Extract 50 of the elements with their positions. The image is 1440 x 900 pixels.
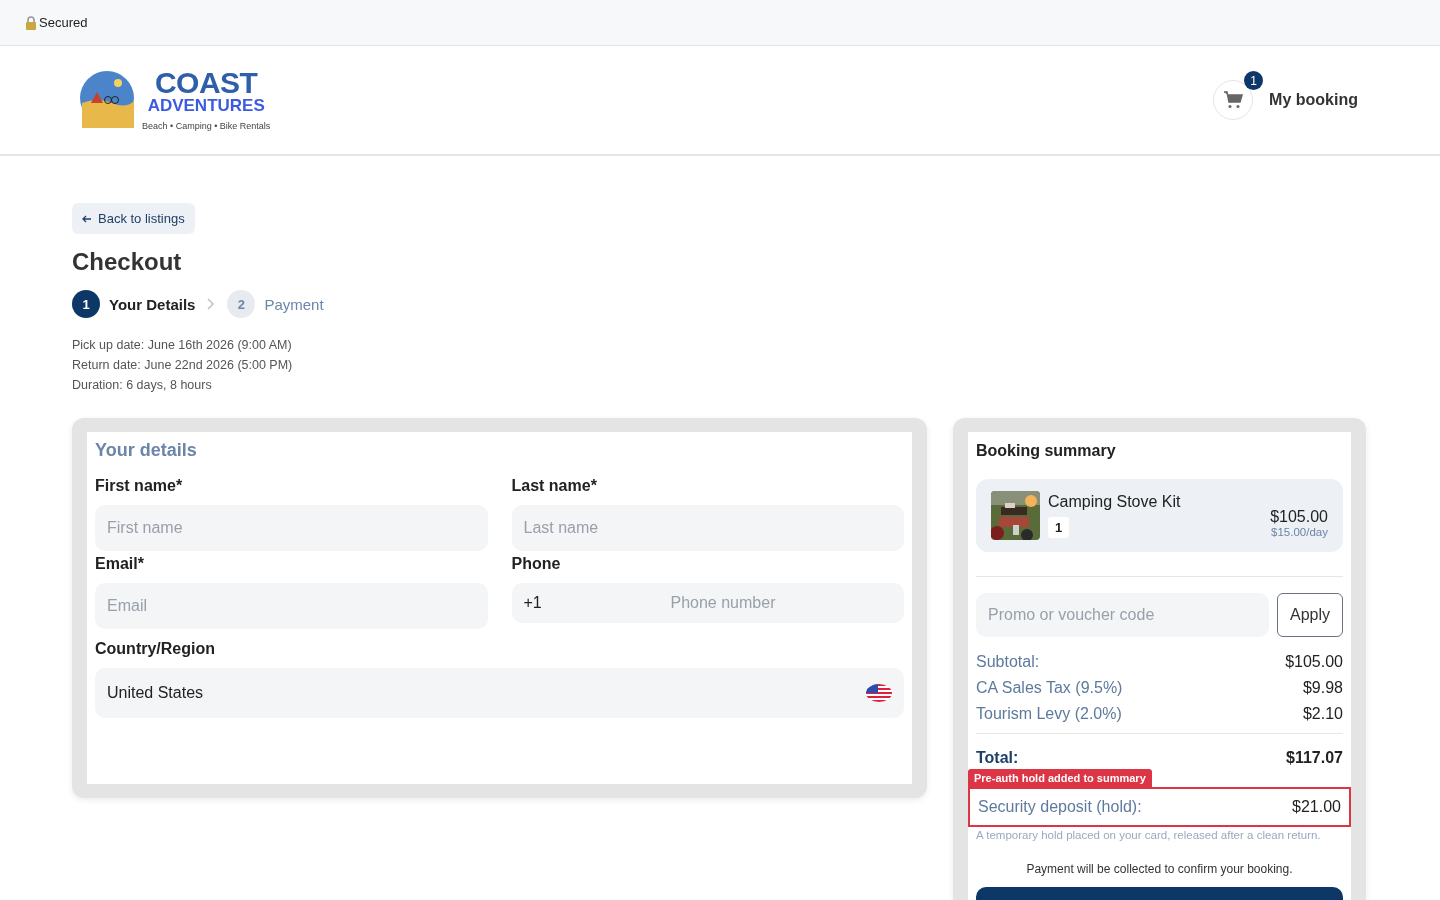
quantity-field[interactable]: 1 <box>1048 517 1070 538</box>
field-label: Country/Region <box>95 640 216 658</box>
field-label: Email* <box>95 555 145 573</box>
logo-icon <box>78 71 136 129</box>
cart-count-badge: 1 <box>1244 71 1264 90</box>
text-field[interactable]: Email <box>95 583 488 629</box>
line-amount: $105.00 <box>1285 653 1343 671</box>
line-label: Subtotal: <box>976 653 1040 671</box>
deposit-note: A temporary hold placed on your card, released after a clean return. <box>976 829 1322 841</box>
annotation-tag: Pre-auth hold added to summary <box>968 769 1152 787</box>
apply-button[interactable]: Apply <box>1276 593 1343 637</box>
field-label: First name* <box>95 477 184 495</box>
promo-field[interactable]: Promo or voucher code <box>976 593 1269 637</box>
text-field[interactable]: First name <box>95 505 488 551</box>
checkout-step[interactable]: 1 Your Details <box>72 290 196 318</box>
brand-tagline: Beach • Camping • Bike Rentals <box>142 121 271 131</box>
line-amount: $9.98 <box>1302 679 1343 697</box>
total-label: Total: <box>976 749 1019 767</box>
item-name: Camping Stove Kit <box>1048 493 1181 511</box>
trip-info-text: Duration: 6 days, 8 hours <box>72 378 213 392</box>
arrow-left-icon <box>82 214 92 223</box>
field-label: Phone <box>511 555 562 573</box>
trip-info-text: Pick up date: June 16th 2026 (9:00 AM) <box>72 338 293 352</box>
item-rate: $15.00/day <box>1271 525 1328 538</box>
cart-icon <box>1223 91 1244 109</box>
section-title: Your details <box>95 440 198 461</box>
line-amount: $2.10 <box>1302 705 1343 723</box>
line-label: Tourism Levy (2.0%) <box>976 705 1122 723</box>
payment-note: Payment will be collected to confirm your booking. <box>1025 862 1294 876</box>
back-link[interactable]: Back to listings <box>72 203 195 234</box>
page-title: Checkout <box>72 248 183 276</box>
country-code: +1 <box>523 594 542 612</box>
brand-subtitle: ADVENTURES <box>147 97 265 115</box>
padlock-icon <box>25 15 37 30</box>
total-amount: $117.07 <box>1286 749 1343 767</box>
flag-icon <box>866 683 892 703</box>
text-field[interactable]: Last name <box>511 505 904 551</box>
checkout-step[interactable]: 2 Payment <box>227 290 324 318</box>
deposit-amount: $21.00 <box>1292 798 1341 816</box>
item-price: $105.00 <box>1270 507 1328 526</box>
section-title: Booking summary <box>976 442 1117 460</box>
field-label: Last name* <box>511 477 598 495</box>
trip-info-text: Return date: June 22nd 2026 (5:00 PM) <box>72 358 294 372</box>
my-booking-link[interactable]: My booking <box>1269 91 1358 109</box>
line-label: CA Sales Tax (9.5%) <box>976 679 1123 697</box>
chevron-right-icon <box>207 298 216 310</box>
country-select[interactable]: United States <box>95 668 904 718</box>
secured-label: Secured <box>39 15 88 30</box>
deposit-label: Security deposit (hold): <box>978 798 1142 816</box>
brand-name: COAST <box>154 69 258 97</box>
